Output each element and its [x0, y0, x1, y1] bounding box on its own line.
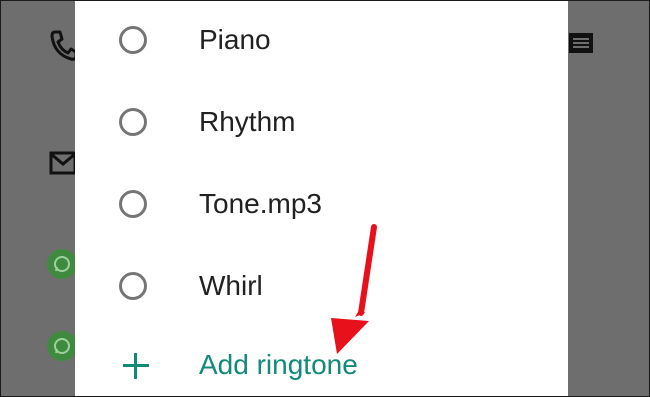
radio-button-unselected[interactable] [119, 26, 147, 54]
ringtone-label: Piano [199, 24, 271, 55]
ringtone-label: Tone.mp3 [199, 188, 322, 219]
ringtone-option-rhythm[interactable]: Rhythm [75, 81, 568, 161]
plus-icon [123, 353, 149, 379]
radio-button-unselected[interactable] [119, 272, 147, 300]
whatsapp-icon [47, 331, 77, 361]
whatsapp-icon [47, 249, 77, 279]
ringtone-label: Whirl [199, 270, 263, 301]
ringtone-option-piano[interactable]: Piano [75, 1, 568, 79]
radio-button-unselected[interactable] [119, 108, 147, 136]
radio-button-unselected[interactable] [119, 190, 147, 218]
ringtone-label: Rhythm [199, 106, 296, 137]
annotation-arrow [331, 224, 377, 354]
phone-icon [50, 30, 77, 61]
mail-icon [49, 151, 77, 175]
message-icon [569, 33, 593, 53]
screenshot-frame: Piano Rhythm Tone.mp3 Whirl Add ringtone [0, 0, 650, 397]
